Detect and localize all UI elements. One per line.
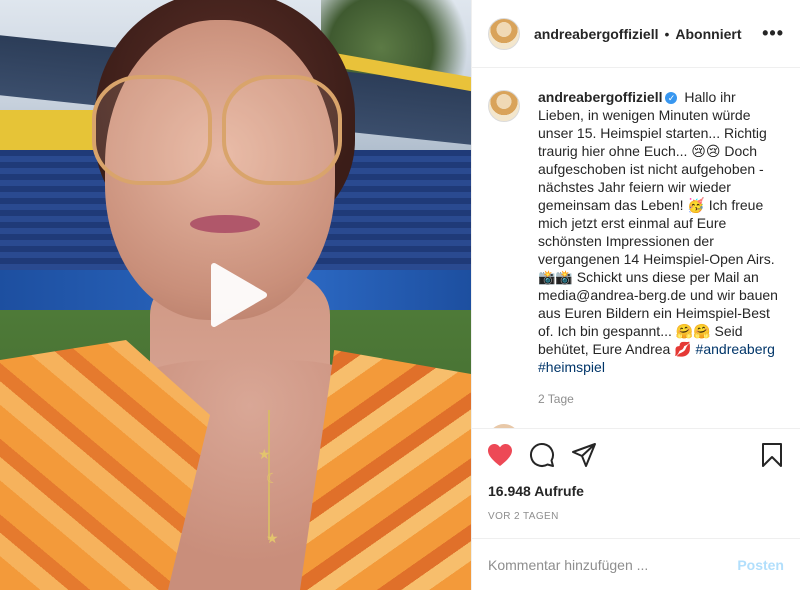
next-comment-peek: andreabergoffiziell bbox=[488, 422, 784, 428]
caption-age: 2 Tage bbox=[538, 392, 574, 406]
share-icon bbox=[572, 443, 596, 467]
comment-button[interactable] bbox=[526, 439, 558, 471]
avatar[interactable] bbox=[488, 17, 520, 50]
save-button[interactable] bbox=[756, 439, 788, 471]
comment-input[interactable] bbox=[488, 556, 738, 573]
comment-icon bbox=[530, 443, 554, 467]
verified-badge-icon: ✓ bbox=[665, 92, 678, 105]
following-button[interactable]: Abonniert bbox=[675, 26, 741, 42]
play-icon bbox=[211, 263, 267, 327]
hashtag-link[interactable]: #andreaberg bbox=[696, 341, 775, 357]
caption-body: andreabergoffiziell ✓ Hallo ihr Lieben, i… bbox=[538, 88, 784, 376]
post-actions: 16.948 Aufrufe VOR 2 TAGEN bbox=[472, 428, 800, 522]
glasses-left bbox=[92, 75, 212, 185]
add-comment-bar: Posten bbox=[472, 538, 800, 590]
heart-filled-icon bbox=[488, 444, 512, 466]
post-sidebar: andreabergoffiziell • Abonniert ••• andr… bbox=[471, 0, 800, 590]
play-button[interactable] bbox=[202, 260, 272, 330]
caption-avatar[interactable] bbox=[488, 90, 520, 122]
like-button[interactable] bbox=[484, 439, 516, 471]
share-button[interactable] bbox=[568, 439, 600, 471]
view-count[interactable]: 16.948 Aufrufe bbox=[488, 483, 784, 499]
post-comment-button[interactable]: Posten bbox=[737, 557, 784, 573]
more-options-icon[interactable]: ••• bbox=[762, 23, 784, 44]
bookmark-icon bbox=[762, 443, 782, 467]
comment-avatar[interactable] bbox=[488, 424, 520, 428]
caption: andreabergoffiziell ✓ Hallo ihr Lieben, i… bbox=[488, 88, 784, 376]
instagram-post: ★ ☾ ★ andreabergoffiziell • Abonniert ••… bbox=[0, 0, 800, 590]
comments-section: andreabergoffiziell ✓ Hallo ihr Lieben, i… bbox=[472, 68, 800, 428]
glasses-right bbox=[222, 75, 342, 185]
post-date[interactable]: VOR 2 TAGEN bbox=[488, 511, 784, 522]
separator-dot: • bbox=[664, 25, 670, 42]
hashtag-link[interactable]: #heimspiel bbox=[538, 359, 605, 375]
action-icons bbox=[488, 439, 784, 471]
caption-username[interactable]: andreabergoffiziell bbox=[538, 89, 662, 105]
video-player[interactable]: ★ ☾ ★ bbox=[0, 0, 471, 590]
post-header: andreabergoffiziell • Abonniert ••• bbox=[472, 0, 800, 68]
username-link[interactable]: andreabergoffiziell bbox=[534, 26, 658, 42]
caption-text: Hallo ihr Lieben, in wenigen Minuten wür… bbox=[538, 89, 778, 357]
